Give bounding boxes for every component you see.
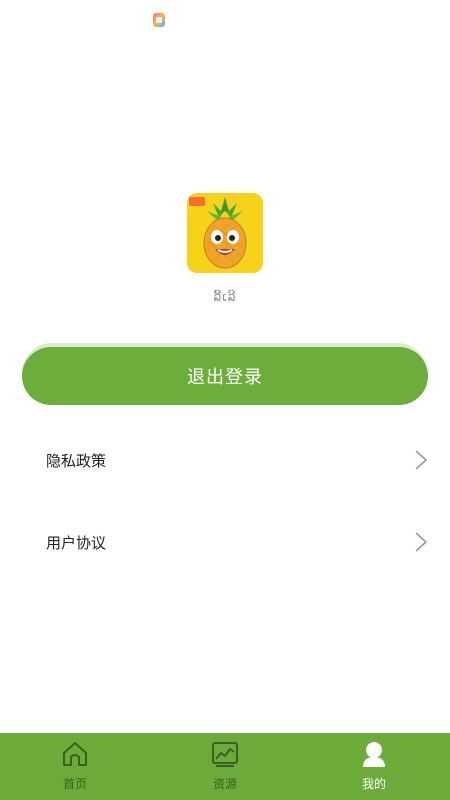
tab-label: 首页: [62, 777, 87, 791]
status-app-icon: [153, 13, 165, 27]
tab-label: 我的: [361, 777, 386, 791]
chevron-right-icon: [415, 532, 428, 552]
username: ລີ້ເລີ: [213, 290, 237, 304]
menu-item-privacy-policy[interactable]: 隐私政策: [0, 430, 450, 490]
app-logo: [187, 193, 263, 273]
home-icon: [63, 742, 87, 766]
tab-resources[interactable]: 资源: [185, 733, 265, 800]
menu-item-user-agreement[interactable]: 用户协议: [0, 512, 450, 572]
chart-icon: [212, 742, 238, 767]
menu-item-label: 隐私政策: [46, 451, 107, 470]
logout-button[interactable]: 退出登录: [22, 347, 428, 405]
tab-home[interactable]: 首页: [35, 733, 115, 800]
menu-item-label: 用户协议: [46, 533, 107, 552]
chevron-right-icon: [415, 450, 428, 470]
tab-mine[interactable]: 我的: [334, 733, 414, 800]
user-icon: [363, 742, 385, 767]
bottom-tab-bar: 首页 资源 我的: [0, 733, 450, 800]
tab-label: 资源: [212, 777, 237, 791]
logo-badge: [189, 197, 205, 206]
